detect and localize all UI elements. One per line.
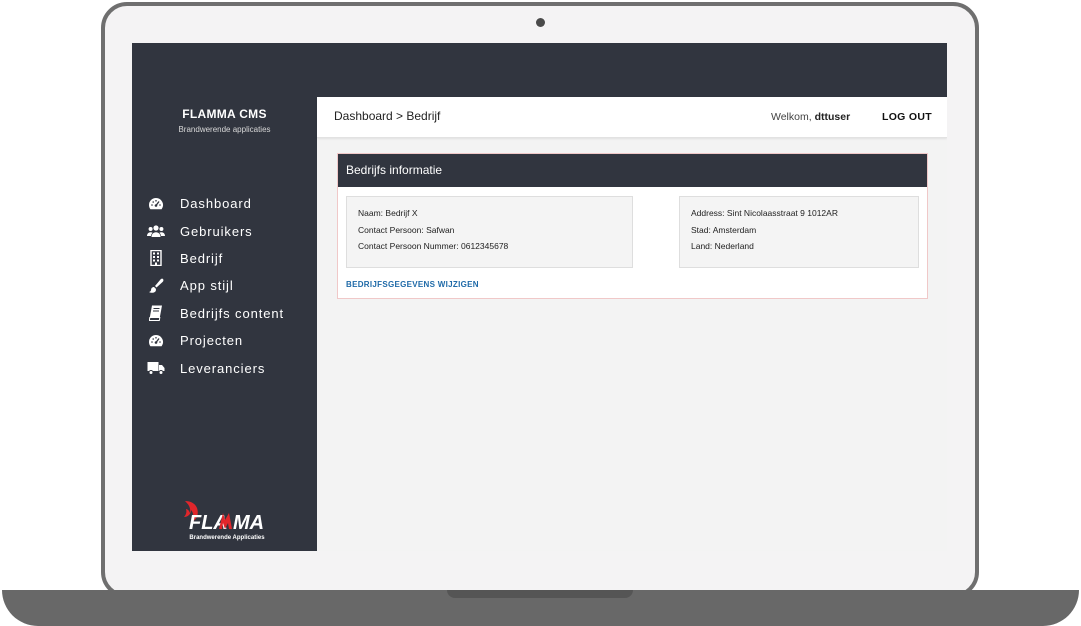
welcome-text: Welkom, dttuser [771,111,850,123]
sidebar-item-label: Dashboard [180,196,252,212]
sidebar-nav: Dashboard Gebruikers Bedrijf App stijl B… [147,190,312,382]
header: Dashboard > Bedrijf Welkom, dttuser LOG … [317,97,947,138]
dashboard-icon [147,196,165,212]
top-bar [132,43,947,97]
info-row: Stad: Amsterdam [691,222,907,239]
info-key: Contact Persoon Nummer: [358,241,459,251]
panel-title: Bedrijfs informatie [346,163,443,177]
building-icon [147,250,165,267]
info-value: Safwan [426,224,455,235]
company-info-panel: Bedrijfs informatie Naam: Bedrijf X Cont… [337,153,928,299]
sidebar-item-gebruikers[interactable]: Gebruikers [147,217,312,244]
laptop-notch [447,590,633,598]
info-value: Bedrijf X [385,208,418,218]
flamma-logo: FLA MA Brandwerende Applicaties [177,497,277,545]
logo-subtitle: Brandwerende Applicaties [189,535,265,541]
sidebar-item-leveranciers[interactable]: Leveranciers [147,354,312,381]
sidebar-item-label: Leveranciers [180,360,266,376]
info-key: Naam: [358,208,384,218]
sidebar-item-app-stijl[interactable]: App stijl [147,272,312,299]
address-details-box: Address: Sint Nicolaasstraat 9 1012AR St… [679,196,919,268]
username: dttuser [814,111,851,123]
sidebar: FLAMMA CMS Brandwerende applicaties Dash… [132,97,317,551]
svg-text:MA: MA [233,512,264,534]
brush-icon [147,278,165,294]
users-icon [147,223,165,239]
info-row: Contact Persoon Nummer: 0612345678 [358,238,621,255]
sidebar-item-label: App stijl [180,278,234,294]
screen: FLAMMA CMS Brandwerende applicaties Dash… [132,43,947,551]
app-title: FLAMMA CMS [182,107,267,121]
sidebar-item-label: Bedrijf [180,250,224,266]
info-row: Address: Sint Nicolaasstraat 9 1012AR [691,205,907,222]
book-icon [147,305,165,322]
info-row: Land: Nederland [691,238,907,255]
info-key: Contact Persoon: [358,224,424,235]
app-subtitle: Brandwerende applicaties [178,125,271,134]
info-key: Land: [691,241,713,251]
info-row: Naam: Bedrijf X [358,205,621,222]
panel-header: Bedrijfs informatie [338,154,927,187]
info-key: Stad: [691,224,711,235]
sidebar-item-projecten[interactable]: Projecten [147,327,312,354]
sidebar-item-bedrijfs-content[interactable]: Bedrijfs content [147,300,312,327]
company-details-box: Naam: Bedrijf X Contact Persoon: Safwan … [346,196,633,268]
welcome-prefix: Welkom, [771,111,812,123]
info-key: Address: [691,208,725,218]
dashboard-icon [147,333,165,349]
breadcrumb: Dashboard > Bedrijf [334,109,441,123]
info-row: Contact Persoon: Safwan [358,222,621,239]
logout-button[interactable]: LOG OUT [882,111,932,123]
sidebar-item-label: Gebruikers [180,223,253,239]
sidebar-item-dashboard[interactable]: Dashboard [147,190,312,217]
info-value: 0612345678 [461,241,509,251]
camera [536,18,545,27]
info-value: Amsterdam [712,224,757,235]
main-content: Dashboard > Bedrijf Welkom, dttuser LOG … [317,97,947,551]
sidebar-item-label: Projecten [180,333,244,349]
info-value: Nederland [714,241,754,251]
edit-company-link[interactable]: BEDRIJFSGEGEVENS WIJZIGEN [346,280,479,289]
sidebar-item-bedrijf[interactable]: Bedrijf [147,245,312,272]
info-value: Sint Nicolaasstraat 9 1012AR [726,208,838,218]
sidebar-item-label: Bedrijfs content [180,305,285,321]
truck-icon [147,360,165,376]
